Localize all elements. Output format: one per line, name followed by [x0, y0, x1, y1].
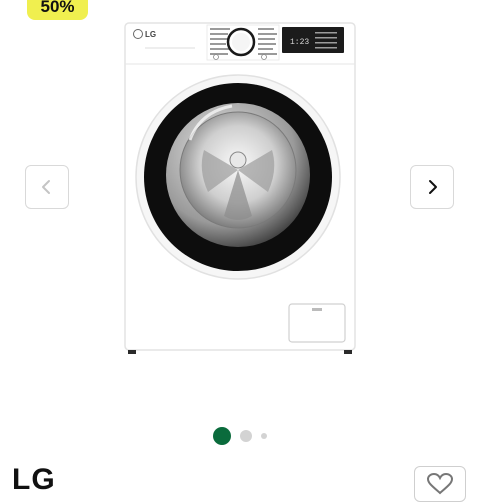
carousel-next-button[interactable]: [410, 165, 454, 209]
display-readout: 1:23: [290, 38, 309, 47]
washing-machine-illustration: LG 1:23: [124, 22, 356, 354]
product-brand-title: LG: [12, 463, 56, 496]
chevron-left-icon: [42, 180, 50, 194]
discount-label: 50%: [40, 0, 75, 16]
discount-badge: 50%: [27, 0, 88, 20]
carousel-dots: [0, 427, 480, 445]
brand-logo-text: LG: [145, 30, 156, 39]
wishlist-button[interactable]: [414, 466, 466, 502]
carousel-dot-3[interactable]: [261, 433, 267, 439]
carousel-prev-button[interactable]: [25, 165, 69, 209]
carousel-dot-1[interactable]: [213, 427, 231, 445]
product-image[interactable]: LG 1:23: [120, 20, 360, 360]
chevron-right-icon: [429, 180, 437, 194]
carousel-dot-2[interactable]: [240, 430, 252, 442]
heart-icon: [426, 473, 454, 495]
